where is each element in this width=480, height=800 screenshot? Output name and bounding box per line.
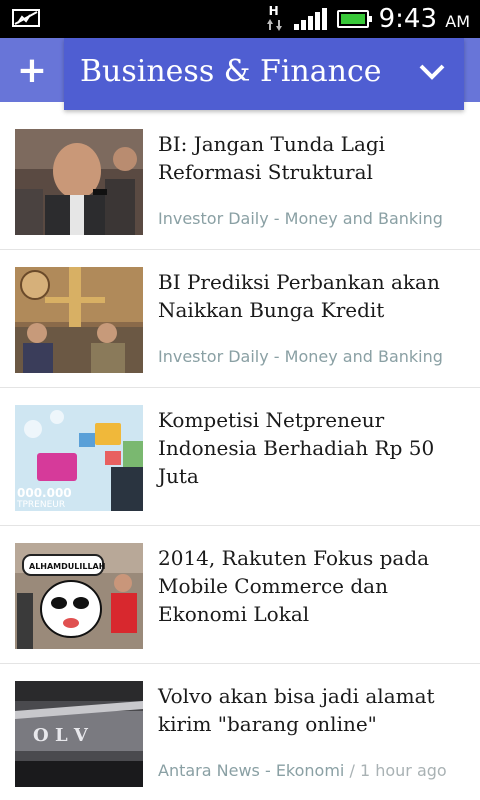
- section-title: Business & Finance: [80, 54, 382, 89]
- status-bar: H 9:43 AM: [0, 0, 480, 38]
- clock-time: 9:43: [378, 4, 437, 34]
- add-section-button[interactable]: +: [0, 38, 64, 102]
- article-title: 2014, Rakuten Fokus pada Mobile Commerce…: [158, 546, 430, 626]
- article-thumbnail: ALHAMDULILLAH: [15, 543, 143, 649]
- thumb-text: O L V: [33, 725, 89, 746]
- thumb-text: TPRENEUR: [16, 500, 65, 510]
- article-item[interactable]: O L V Volvo akan bisa jadi alamat kirim …: [0, 664, 480, 794]
- battery-icon: [336, 10, 372, 28]
- article-thumbnail: [15, 267, 143, 373]
- app-header: + Business & Finance: [0, 38, 480, 110]
- section-selector[interactable]: Business & Finance: [64, 38, 464, 110]
- article-thumbnail: [15, 129, 143, 235]
- notification-icon: [12, 7, 42, 29]
- chevron-down-icon: [419, 64, 445, 80]
- article-title: Volvo akan bisa jadi alamat kirim "baran…: [158, 684, 435, 736]
- article-item[interactable]: ALHAMDULILLAH 2014, Rakuten Fokus pada M…: [0, 526, 480, 664]
- thumb-text: 000.000: [17, 486, 72, 500]
- article-list: BI: Jangan Tunda Lagi Reformasi Struktur…: [0, 112, 480, 794]
- signal-icon: [293, 8, 327, 30]
- article-source: Investor Daily - Money and Banking: [158, 209, 443, 228]
- network-type: H: [268, 4, 279, 18]
- article-item[interactable]: BI: Jangan Tunda Lagi Reformasi Struktur…: [0, 112, 480, 250]
- clock: 9:43 AM: [379, 4, 470, 34]
- clock-ampm: AM: [445, 12, 470, 31]
- article-source-name: Investor Daily - Money and Banking: [158, 347, 443, 366]
- add-icon: +: [16, 49, 48, 91]
- article-time: / 1 hour ago: [344, 761, 447, 780]
- article-thumbnail: 000.000 TPRENEUR: [15, 405, 143, 511]
- article-source-name: Antara News - Ekonomi: [158, 761, 345, 780]
- article-source: Antara News - Ekonomi / 1 hour ago: [158, 761, 447, 780]
- thumb-text: ALHAMDULILLAH: [29, 562, 105, 571]
- article-item[interactable]: BI Prediksi Perbankan akan Naikkan Bunga…: [0, 250, 480, 388]
- article-title: BI Prediksi Perbankan akan Naikkan Bunga…: [158, 270, 440, 322]
- article-source-name: Investor Daily - Money and Banking: [158, 209, 443, 228]
- article-item[interactable]: 000.000 TPRENEUR Kompetisi Netpreneur In…: [0, 388, 480, 526]
- article-source: Investor Daily - Money and Banking: [158, 347, 443, 366]
- article-thumbnail: O L V: [15, 681, 143, 787]
- article-title: BI: Jangan Tunda Lagi Reformasi Struktur…: [158, 132, 386, 184]
- data-arrows-icon: H: [266, 4, 284, 34]
- article-title: Kompetisi Netpreneur Indonesia Berhadiah…: [158, 408, 435, 488]
